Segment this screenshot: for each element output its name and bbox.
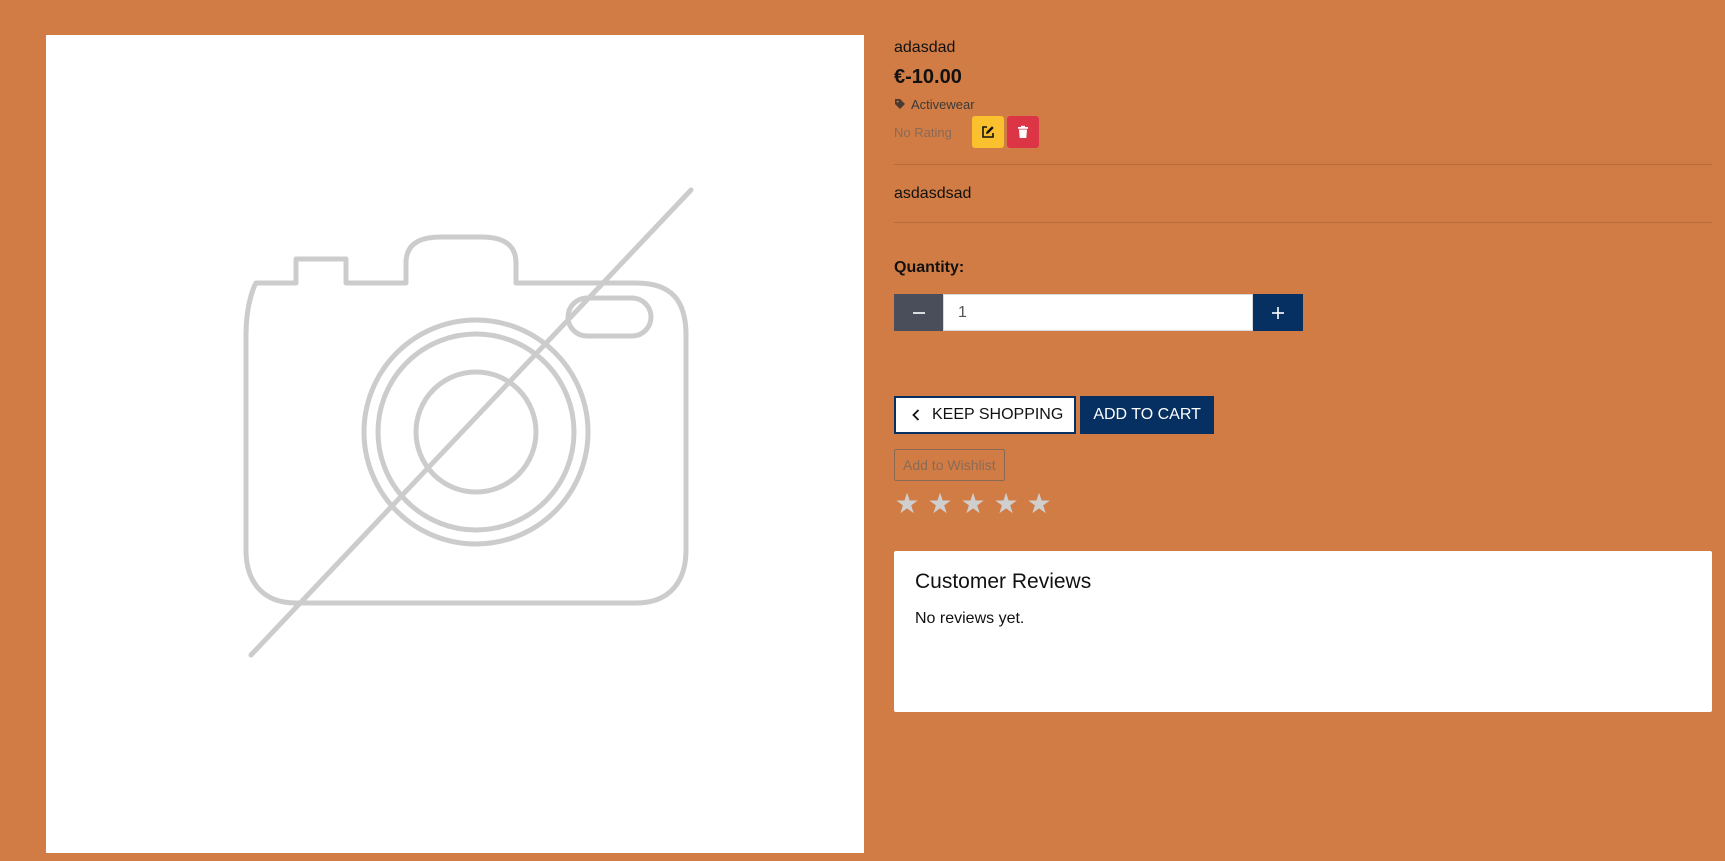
rating-text: No Rating (894, 124, 952, 140)
edit-product-button[interactable] (972, 116, 1004, 148)
star-3-icon[interactable]: ★ (960, 489, 986, 519)
action-buttons: KEEP SHOPPING ADD TO CART (894, 396, 1712, 434)
product-category[interactable]: Activewear (911, 97, 975, 112)
rating-row: No Rating (894, 116, 1712, 148)
star-2-icon[interactable]: ★ (927, 489, 953, 519)
product-image (46, 35, 864, 853)
minus-icon (912, 311, 925, 314)
quantity-increase-button[interactable] (1253, 294, 1303, 331)
star-1-icon[interactable]: ★ (894, 489, 920, 519)
product-price: €-10.00 (894, 66, 962, 88)
quantity-decrease-button[interactable] (894, 294, 943, 331)
divider (894, 222, 1712, 223)
star-rating-input: ★ ★ ★ ★ ★ (894, 489, 1712, 519)
add-to-cart-button[interactable]: ADD TO CART (1080, 396, 1214, 434)
product-name: adasdad (894, 39, 956, 56)
keep-shopping-button[interactable]: KEEP SHOPPING (894, 396, 1077, 434)
quantity-stepper (894, 294, 1303, 331)
reviews-empty-text: No reviews yet. (915, 610, 1025, 627)
product-details: adasdad €-10.00 Activewear No Rating asd… (894, 35, 1712, 712)
edit-icon (982, 126, 994, 138)
keep-shopping-label: KEEP SHOPPING (932, 406, 1064, 423)
category-row: Activewear (894, 96, 1712, 112)
quantity-label: Quantity: (894, 259, 965, 276)
chevron-left-icon (912, 409, 920, 421)
product-detail-page: adasdad €-10.00 Activewear No Rating asd… (0, 0, 1725, 861)
tag-icon (895, 99, 905, 109)
star-4-icon[interactable]: ★ (993, 489, 1019, 519)
plus-icon (1272, 306, 1284, 319)
reviews-section: Customer Reviews No reviews yet. (894, 551, 1712, 712)
delete-product-button[interactable] (1007, 116, 1039, 148)
quantity-input[interactable] (943, 294, 1253, 331)
camera-off-icon (243, 187, 694, 658)
add-to-wishlist-button[interactable]: Add to Wishlist (894, 449, 1005, 481)
trash-icon (1018, 125, 1028, 138)
star-5-icon[interactable]: ★ (1026, 489, 1052, 519)
reviews-title: Customer Reviews (915, 570, 1092, 593)
product-description: asdasdsad (894, 185, 972, 202)
